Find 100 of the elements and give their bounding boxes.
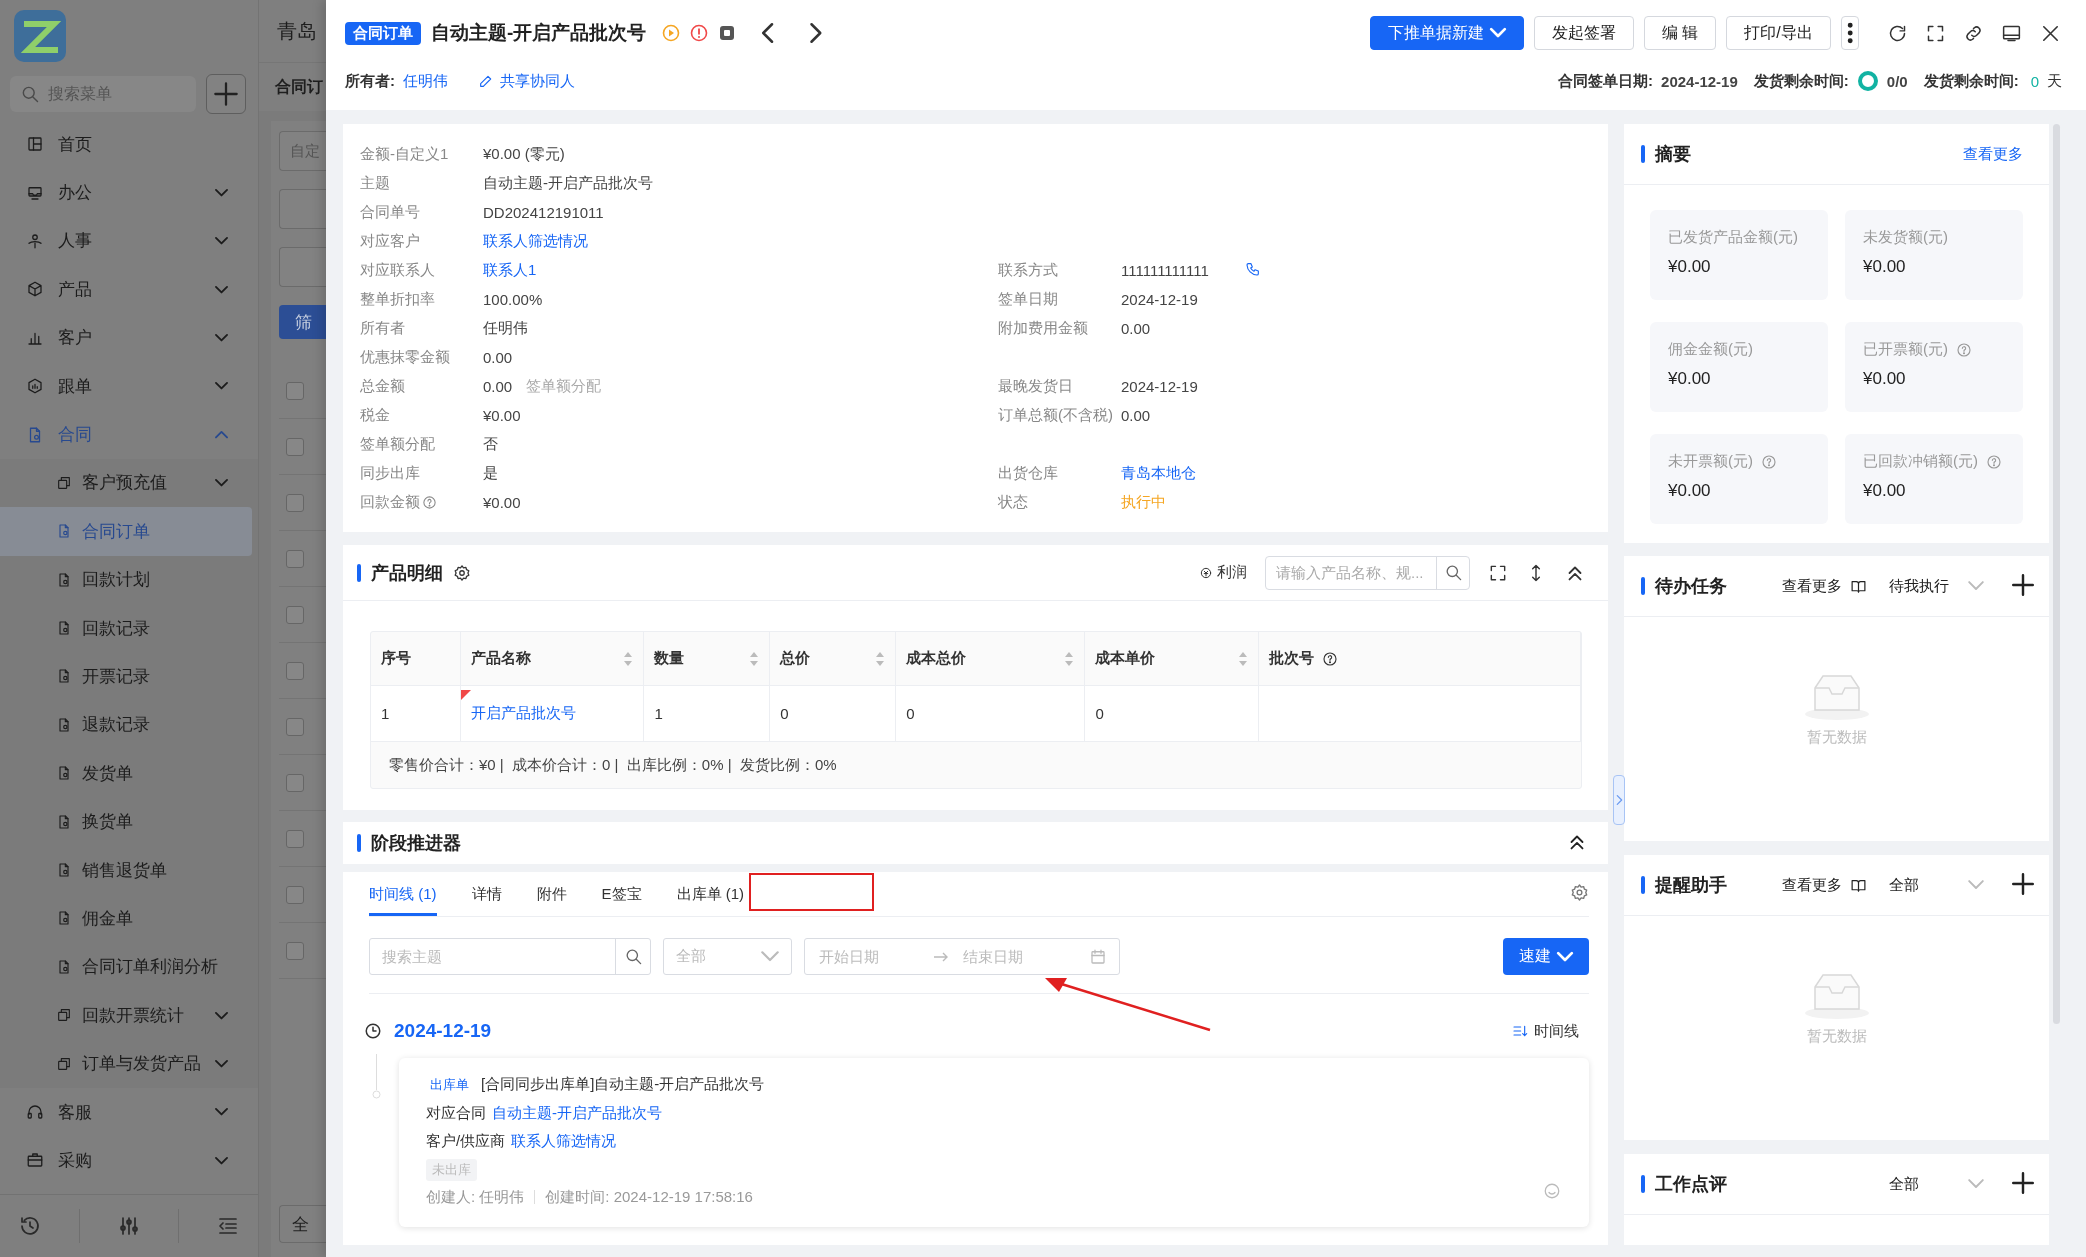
tab[interactable]: 附件 [536, 872, 567, 916]
more-link[interactable]: 查看更多 [1782, 576, 1842, 596]
checkbox[interactable] [286, 549, 304, 568]
plus-icon[interactable] [2012, 573, 2034, 596]
date-range-field[interactable]: 开始日期 结束日期 [804, 938, 1120, 975]
checkbox[interactable] [286, 717, 304, 736]
tab[interactable]: 详情 [471, 872, 502, 916]
chevron-down-icon [215, 285, 228, 294]
menu-item[interactable]: 办公 [0, 168, 258, 217]
product-link[interactable]: 开启产品批次号 [471, 704, 577, 721]
menu-item[interactable]: 客户 [0, 313, 258, 362]
add-button[interactable] [206, 74, 246, 114]
menu-item[interactable]: 客服 [0, 1087, 258, 1137]
field-value: 2024-12-19 [1121, 291, 1198, 308]
filter-field[interactable] [279, 247, 326, 287]
menu-item[interactable]: 佣金单 [0, 894, 258, 943]
menu-item[interactable]: 首页 [0, 120, 258, 169]
checkbox[interactable] [286, 493, 304, 512]
menu-item[interactable]: 换货单 [0, 797, 258, 846]
filter-select[interactable]: 全部 [1889, 1174, 1984, 1194]
filter-field[interactable] [279, 189, 326, 229]
menu-item[interactable]: 产品 [0, 265, 258, 314]
menu-item[interactable]: 退款记录 [0, 700, 258, 750]
next-icon[interactable] [808, 23, 822, 43]
menu-item[interactable]: 跟单 [0, 361, 258, 411]
menu-item[interactable]: 回款开票统计 [0, 991, 258, 1040]
more-link[interactable]: 查看更多 [1782, 875, 1842, 895]
more-link[interactable]: 查看更多 [1963, 144, 2023, 164]
date-input[interactable]: 结束日期 [961, 947, 1065, 966]
tab[interactable]: E签宝 [601, 872, 642, 916]
field-value: 是 [483, 464, 498, 483]
field-label: 回款金额 [360, 493, 420, 512]
menu-item[interactable]: 采购 [0, 1136, 258, 1185]
collapse-handle[interactable] [1613, 775, 1625, 825]
share-link[interactable]: 共享协同人 [478, 71, 575, 91]
owner-link[interactable]: 任明伟 [403, 71, 448, 91]
checkbox[interactable] [286, 381, 304, 400]
field-label: 金额-自定义1 [360, 145, 449, 164]
settings-icon[interactable] [453, 563, 471, 582]
search-field[interactable]: 搜索主题 [369, 938, 651, 975]
plus-icon[interactable] [2012, 872, 2034, 895]
quick-create-button[interactable]: 速建 [1503, 938, 1589, 975]
field-value: 0.00 [483, 378, 513, 395]
menu-item[interactable]: 订单与发货产品 [0, 1039, 258, 1088]
menu-item[interactable]: 回款计划 [0, 555, 258, 604]
contract-link[interactable]: 自动主题-开启产品批次号 [492, 1104, 662, 1121]
sliders-icon[interactable] [117, 1214, 141, 1238]
checkbox[interactable] [286, 605, 304, 624]
more-button[interactable] [1840, 16, 1859, 50]
menu-item[interactable]: 回款记录 [0, 603, 258, 653]
checkbox[interactable] [286, 437, 304, 456]
document-icon [56, 716, 72, 733]
field-label: 优惠抹零金额 [360, 348, 450, 367]
field-label: 对应合同 [426, 1104, 486, 1121]
profit-toggle[interactable]: 利润 [1199, 563, 1247, 582]
action-button[interactable]: 下推单据新建 [1369, 16, 1524, 50]
action-button[interactable]: 打印/导出 [1726, 16, 1831, 50]
checkbox[interactable] [286, 829, 304, 848]
plus-icon[interactable] [2012, 1171, 2034, 1194]
document-icon [56, 668, 72, 685]
checkbox[interactable] [286, 661, 304, 680]
menu-item[interactable]: 客户预充值 [0, 458, 258, 508]
column-header: 批次号 [1268, 649, 1314, 668]
checkbox[interactable] [286, 885, 304, 904]
field-label: 签单日期 [998, 290, 1058, 309]
phone-icon[interactable] [1244, 261, 1261, 277]
help-icon [1321, 650, 1338, 667]
filter-select[interactable]: 待我执行 [1889, 576, 1984, 596]
action-button[interactable]: 编 辑 [1643, 16, 1717, 50]
menu-item[interactable]: 发货单 [0, 749, 258, 798]
menu-item[interactable]: 人事 [0, 216, 258, 266]
field-link[interactable]: 联系人1 [483, 261, 537, 280]
logo-icon [14, 10, 66, 62]
field-link[interactable]: 青岛本地仓 [1121, 464, 1196, 483]
filter-button[interactable]: 筛 [279, 305, 326, 339]
tab[interactable]: 出库单 (1) [676, 872, 744, 916]
field-link[interactable]: 联系人筛选情况 [483, 232, 588, 251]
field-value: ¥0.00 [483, 407, 521, 424]
party-link[interactable]: 联系人筛选情况 [511, 1132, 617, 1149]
previous-icon[interactable] [762, 23, 775, 43]
field-value: ¥0.00 [483, 494, 521, 511]
date-input[interactable]: 开始日期 [817, 947, 921, 966]
field-label: 发货剩余时间: [1923, 71, 2019, 91]
help-icon [1956, 341, 1972, 358]
chevron-down-icon [215, 1156, 228, 1165]
menu-item[interactable]: 开票记录 [0, 652, 258, 701]
filter-select[interactable]: 全部 [1889, 875, 1984, 895]
stat-value: ¥0.00 [1668, 481, 1712, 501]
menu-item[interactable]: 合同订单 [0, 507, 252, 556]
checkbox[interactable] [286, 773, 304, 792]
record-title: 自动主题-开启产品批次号 [431, 21, 647, 45]
timeline-view-toggle[interactable]: 时间线 [1512, 1021, 1579, 1041]
action-button[interactable]: 发起签署 [1533, 16, 1634, 50]
tab[interactable]: 时间线 (1) [369, 872, 437, 916]
search-field[interactable]: 请输入产品名称、规... [1265, 555, 1470, 590]
column-header: 产品名称 [471, 649, 532, 668]
menu-item[interactable]: 销售退货单 [0, 845, 258, 895]
menu-item[interactable]: 合同订单利润分析 [0, 942, 258, 992]
checkbox[interactable] [286, 941, 304, 960]
search-input[interactable]: 搜索主题 [370, 947, 615, 966]
